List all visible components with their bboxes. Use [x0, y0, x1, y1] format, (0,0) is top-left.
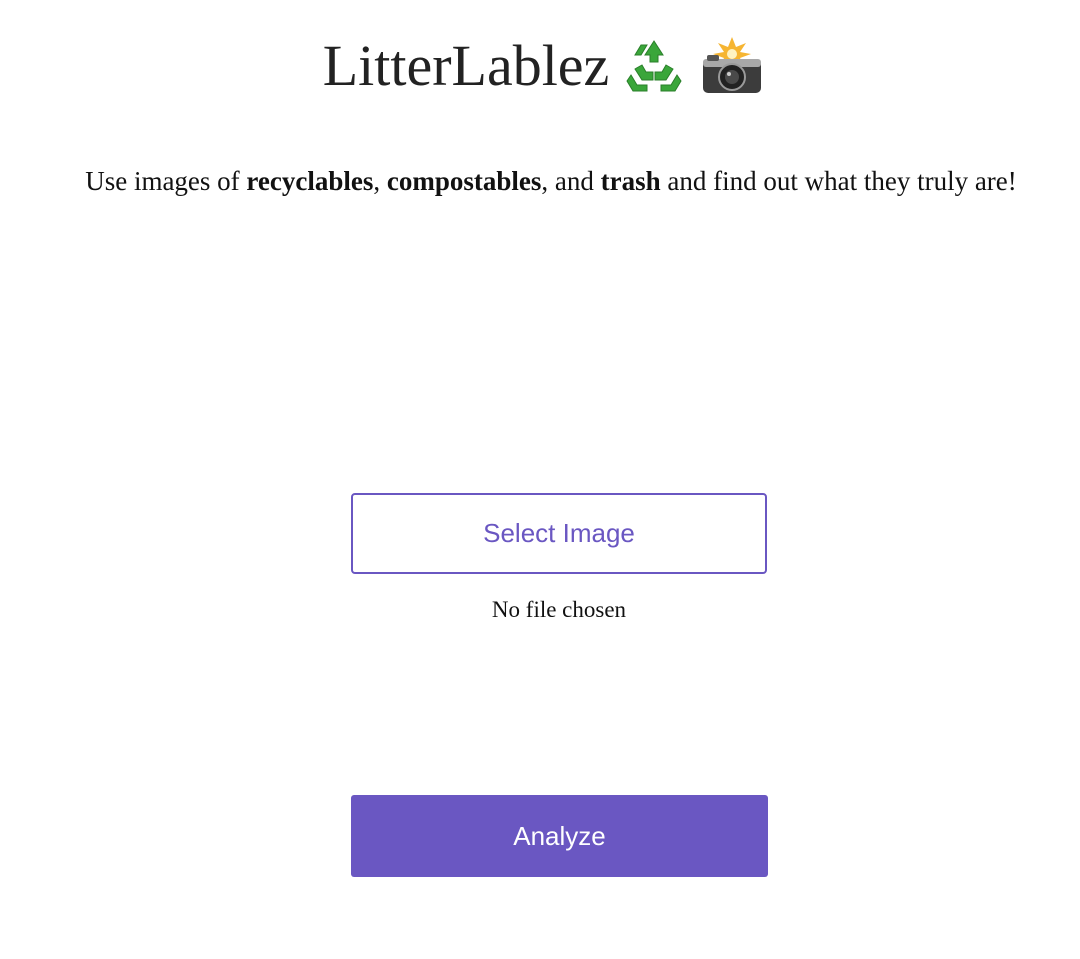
select-image-button[interactable]: Select Image	[351, 493, 767, 574]
tagline-compostables: compostables	[386, 166, 542, 196]
tagline-text: , and	[541, 166, 601, 196]
analyze-button[interactable]: Analyze	[351, 795, 768, 877]
tagline-text: ,	[373, 166, 387, 196]
file-status-label: No file chosen	[491, 597, 627, 622]
tagline-trash: trash	[600, 166, 661, 196]
tagline-text: Use images of	[85, 166, 247, 196]
recycle-icon	[623, 33, 685, 99]
page-title: LitterLablez	[322, 33, 610, 98]
page-header: LitterLablez	[0, 26, 1080, 106]
tagline-text: and find out what they truly are!	[660, 166, 1017, 196]
tagline-recyclables: recyclables	[246, 166, 374, 196]
camera-flash-icon	[699, 33, 765, 99]
tagline: Use images of recyclables, compostables,…	[0, 166, 1080, 197]
